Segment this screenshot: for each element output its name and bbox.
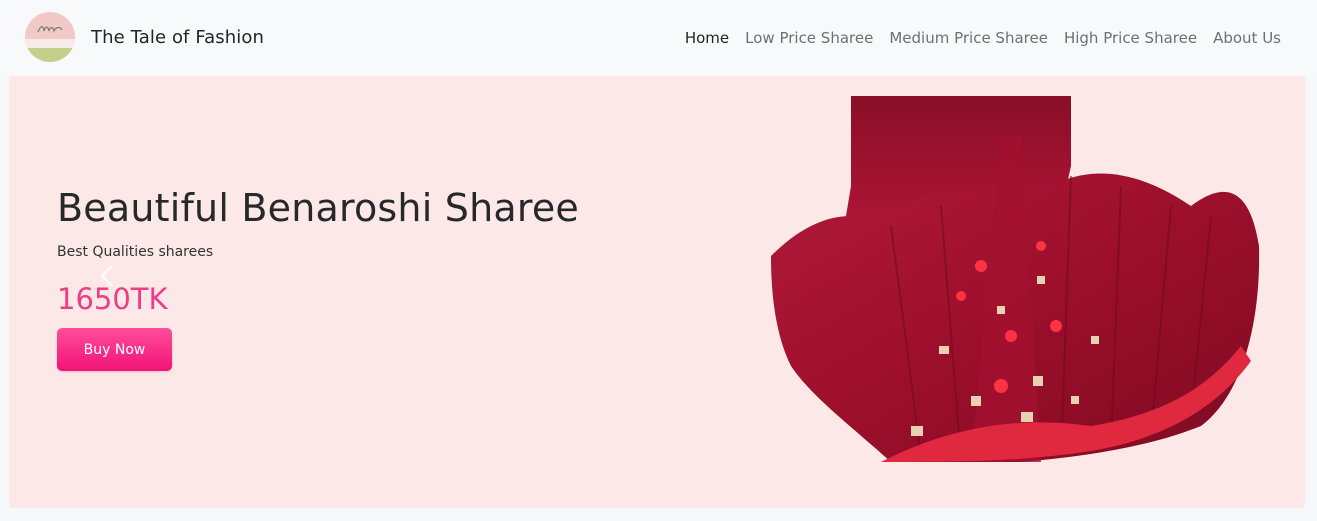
carousel-prev-button[interactable] xyxy=(93,261,123,291)
hero-title: Beautiful Benaroshi Sharee xyxy=(57,186,579,230)
saree-image xyxy=(771,96,1260,462)
chevron-left-icon xyxy=(100,265,113,287)
nav-link-medium-price-sharee[interactable]: Medium Price Sharee xyxy=(881,28,1056,48)
logo-script-mark xyxy=(37,26,63,33)
nav-link-high-price-sharee[interactable]: High Price Sharee xyxy=(1056,28,1205,48)
nav-link-about-us[interactable]: About Us xyxy=(1205,28,1289,48)
navbar: The Tale of Fashion Home Low Price Share… xyxy=(0,0,1317,76)
nav-link-low-price-sharee[interactable]: Low Price Sharee xyxy=(737,28,881,48)
hero-carousel: Beautiful Benaroshi Sharee Best Qualitie… xyxy=(9,76,1305,508)
brand-logo xyxy=(25,12,75,62)
brand-link[interactable]: The Tale of Fashion xyxy=(25,12,264,62)
brand-name: The Tale of Fashion xyxy=(91,26,264,48)
nav-links: Home Low Price Sharee Medium Price Share… xyxy=(677,28,1289,48)
logo-text-band xyxy=(25,39,75,48)
hero-subtitle: Best Qualities sharees xyxy=(57,244,214,260)
buy-now-button[interactable]: Buy Now xyxy=(57,328,172,371)
logo-bottom-band xyxy=(25,48,75,62)
nav-link-home[interactable]: Home xyxy=(677,28,737,48)
